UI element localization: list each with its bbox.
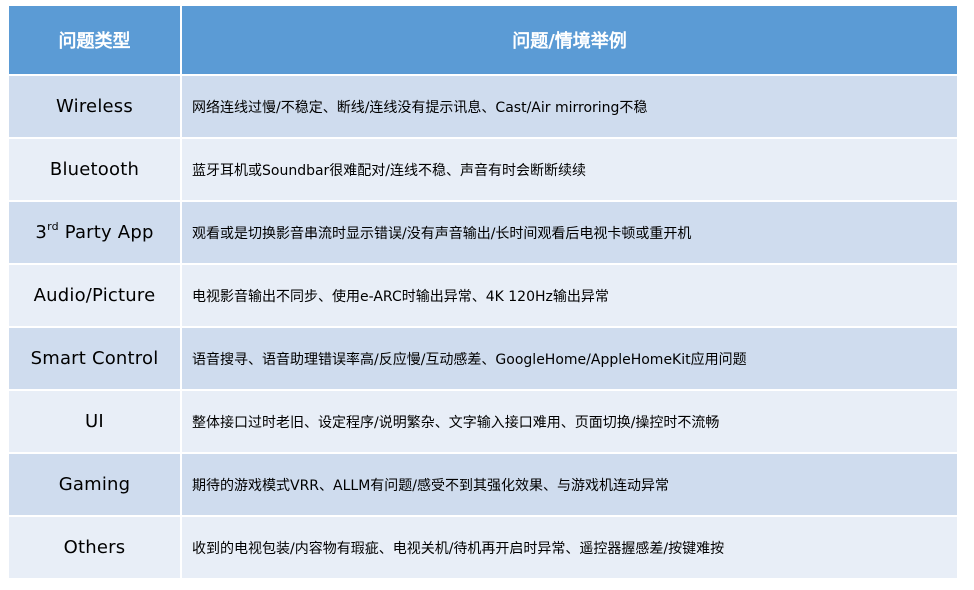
- issue-example-cell: 蓝牙耳机或Soundbar很难配对/连线不稳、声音有时会断断续续: [181, 138, 957, 202]
- issue-example-cell: 网络连线过慢/不稳定、断线/连线没有提示讯息、Cast/Air mirrorin…: [181, 75, 957, 139]
- issue-type-superscript: rd: [47, 220, 59, 233]
- issue-type-cell: Smart Control: [9, 327, 182, 391]
- issue-type-suffix: Party App: [58, 222, 154, 243]
- table-row: Wireless 网络连线过慢/不稳定、断线/连线没有提示讯息、Cast/Air…: [9, 75, 957, 139]
- issue-example-cell: 电视影音输出不同步、使用e-ARC时输出异常、4K 120Hz输出异常: [181, 264, 957, 328]
- table-row: 3rd Party App 观看或是切换影音串流时显示错误/没有声音输出/长时间…: [9, 201, 957, 265]
- issue-type-cell: Bluetooth: [9, 138, 182, 202]
- issue-type-cell: 3rd Party App: [9, 201, 182, 265]
- issue-type-cell: Wireless: [9, 75, 182, 139]
- table-header-row: 问题类型 问题/情境举例: [9, 6, 957, 76]
- issue-example-cell: 观看或是切换影音串流时显示错误/没有声音输出/长时间观看后电视卡顿或重开机: [181, 201, 957, 265]
- issue-table: 问题类型 问题/情境举例 Wireless 网络连线过慢/不稳定、断线/连线没有…: [9, 6, 957, 580]
- table-row: Audio/Picture 电视影音输出不同步、使用e-ARC时输出异常、4K …: [9, 264, 957, 328]
- table-row: Smart Control 语音搜寻、语音助理错误率高/反应慢/互动感差、Goo…: [9, 327, 957, 391]
- issue-type-cell: UI: [9, 390, 182, 454]
- issue-example-cell: 整体接口过时老旧、设定程序/说明繁杂、文字输入接口难用、页面切换/操控时不流畅: [181, 390, 957, 454]
- issue-type-cell: Others: [9, 516, 182, 580]
- issue-example-cell: 语音搜寻、语音助理错误率高/反应慢/互动感差、GoogleHome/AppleH…: [181, 327, 957, 391]
- issue-example-cell: 期待的游戏模式VRR、ALLM有问题/感受不到其强化效果、与游戏机连动异常: [181, 453, 957, 517]
- issue-example-cell: 收到的电视包装/内容物有瑕疵、电视关机/待机再开启时异常、遥控器握感差/按键难按: [181, 516, 957, 580]
- table-row: Bluetooth 蓝牙耳机或Soundbar很难配对/连线不稳、声音有时会断断…: [9, 138, 957, 202]
- table-row: Others 收到的电视包装/内容物有瑕疵、电视关机/待机再开启时异常、遥控器握…: [9, 516, 957, 580]
- issue-type-cell: Gaming: [9, 453, 182, 517]
- issue-type-prefix: 3: [35, 222, 48, 243]
- header-issue-example: 问题/情境举例: [181, 6, 957, 76]
- table-row: Gaming 期待的游戏模式VRR、ALLM有问题/感受不到其强化效果、与游戏机…: [9, 453, 957, 517]
- issue-type-cell: Audio/Picture: [9, 264, 182, 328]
- header-issue-type: 问题类型: [9, 6, 182, 76]
- table-row: UI 整体接口过时老旧、设定程序/说明繁杂、文字输入接口难用、页面切换/操控时不…: [9, 390, 957, 454]
